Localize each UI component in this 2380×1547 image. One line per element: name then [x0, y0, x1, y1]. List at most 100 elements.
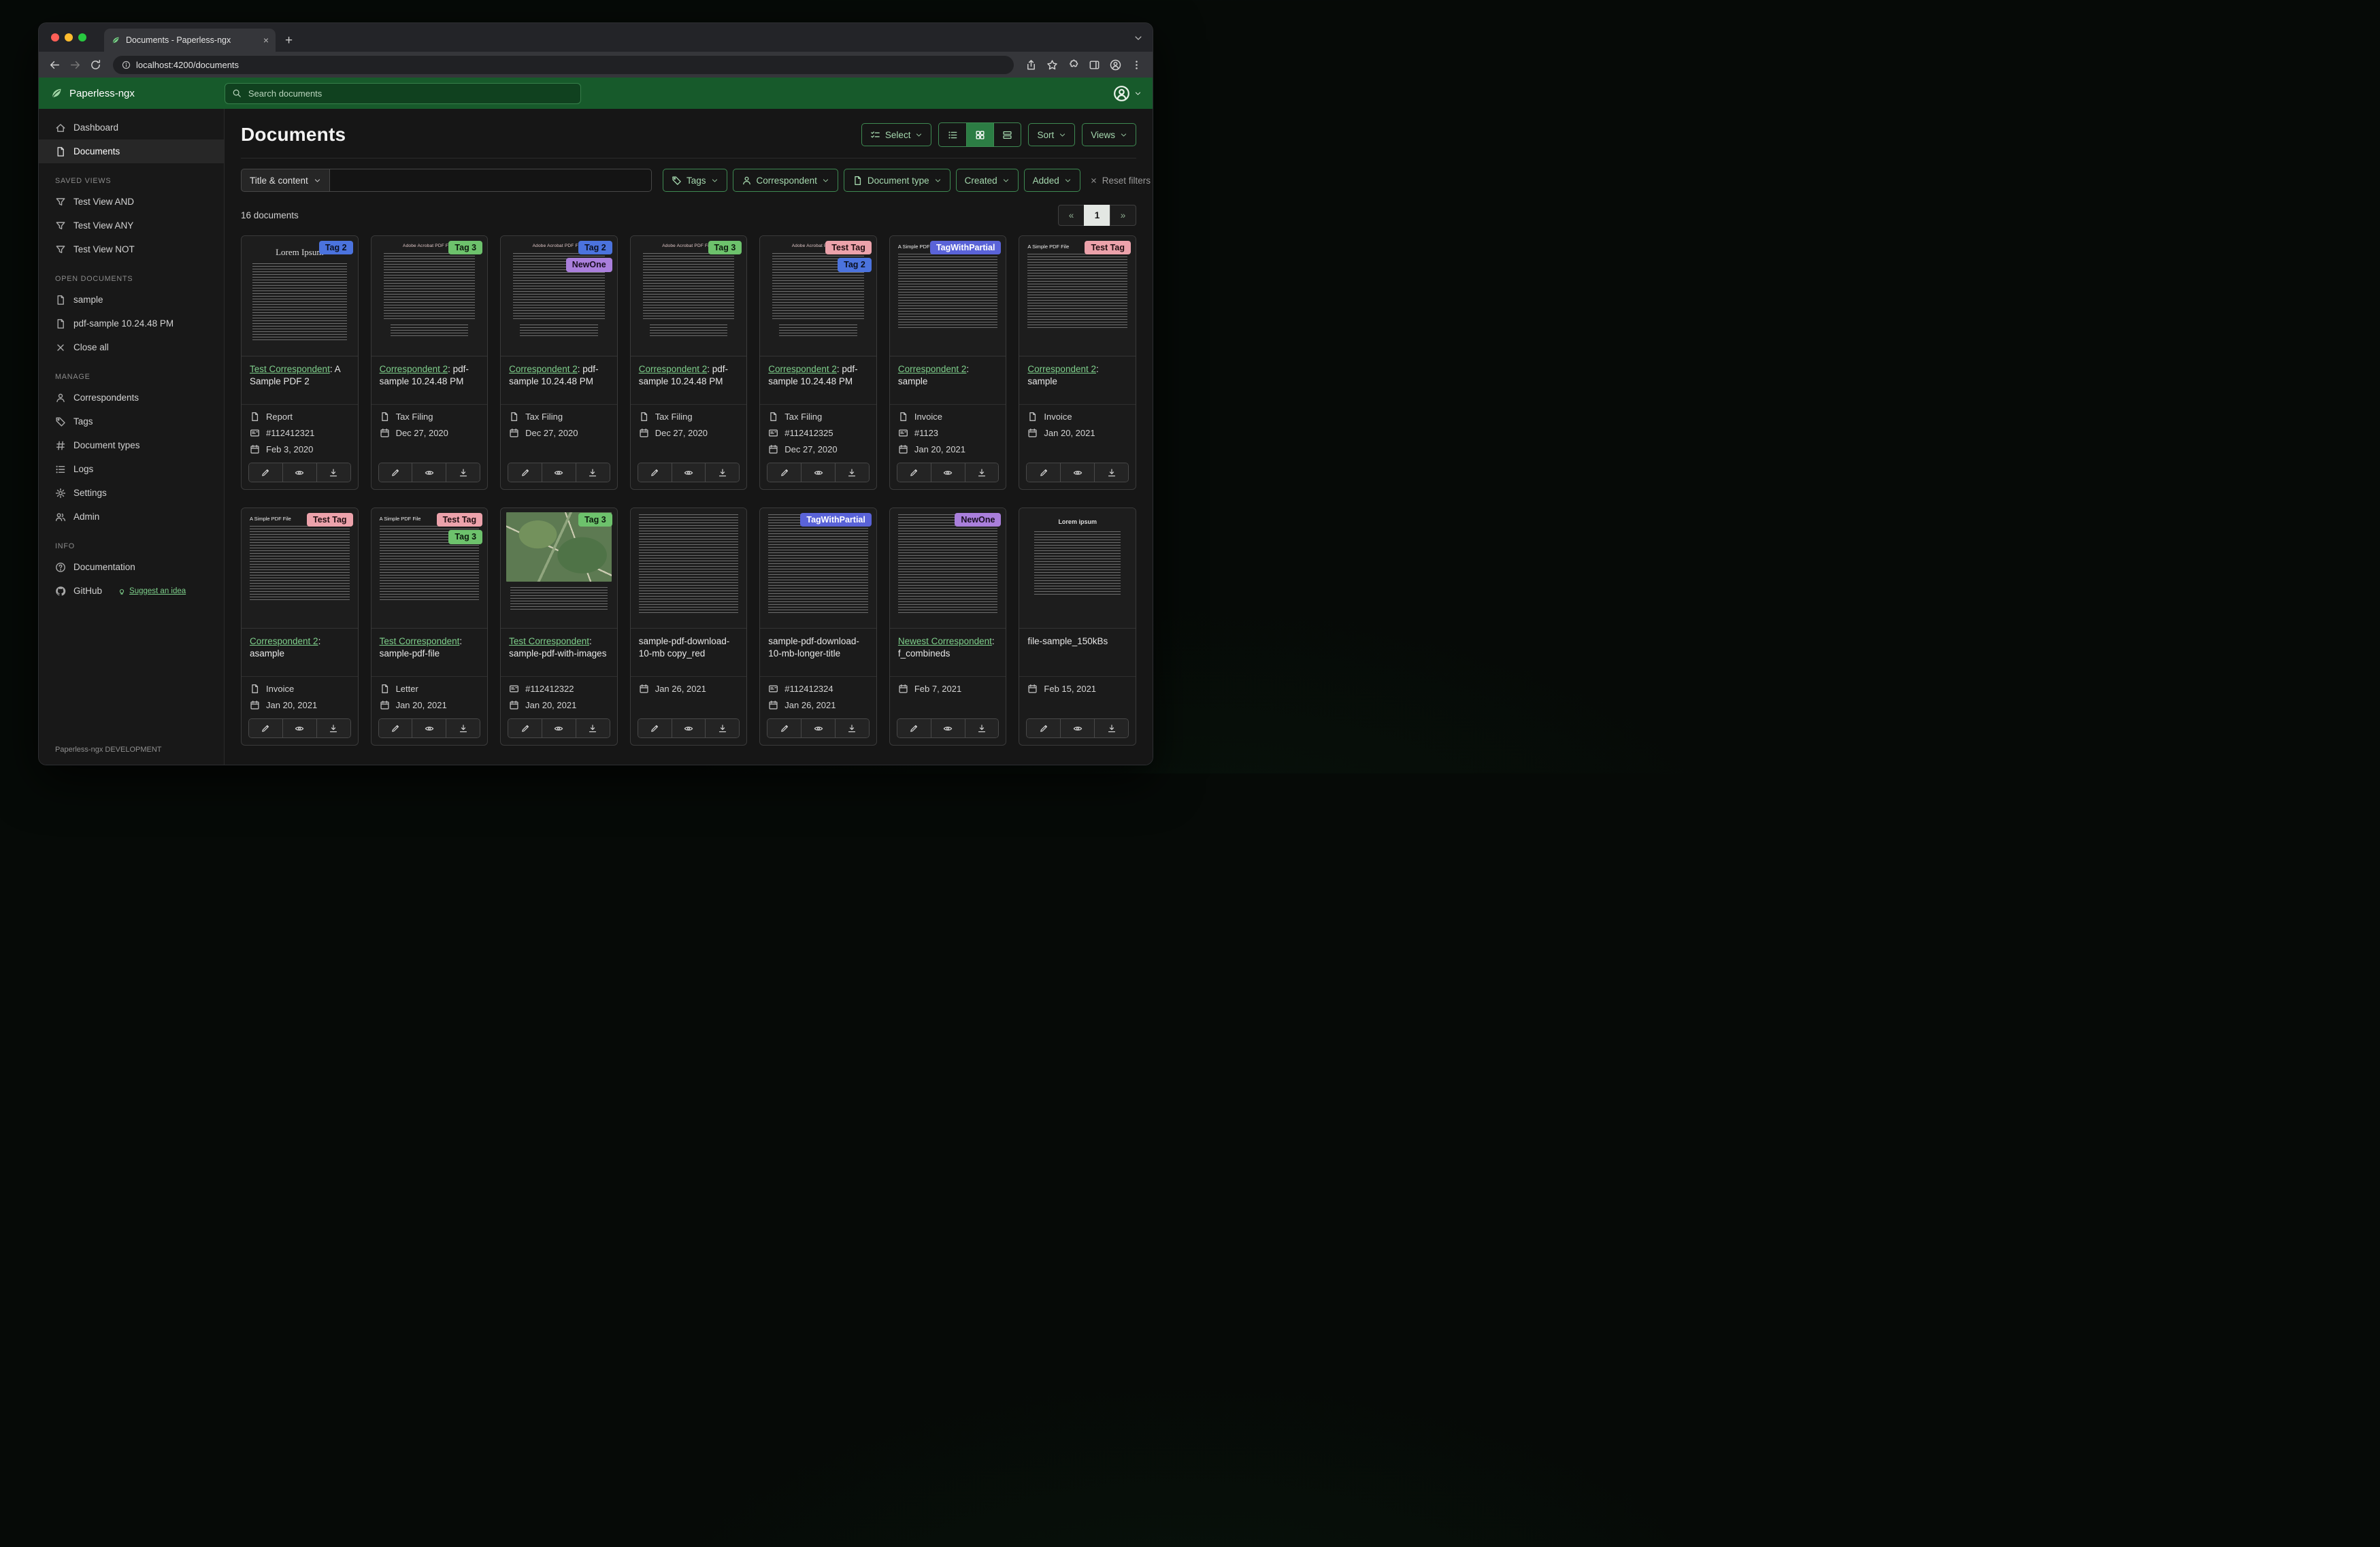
- edit-button[interactable]: [1027, 463, 1061, 482]
- extensions-puzzle-icon[interactable]: [1068, 59, 1079, 71]
- edit-button[interactable]: [767, 719, 801, 737]
- document-card-1[interactable]: Lorem Ipsum Tag 2 Test Correspondent: A …: [241, 235, 359, 490]
- document-thumbnail[interactable]: Adobe Acrobat PDF Files Tag 3: [371, 236, 488, 356]
- reload-icon[interactable]: [90, 59, 101, 71]
- filter-button-document-type[interactable]: Document type: [843, 169, 951, 192]
- tag-badge-test-tag[interactable]: Test Tag: [436, 513, 483, 527]
- reset-filters-button[interactable]: Reset filters: [1090, 176, 1151, 186]
- sidebar-item-pdf-sample-10-24-48-pm[interactable]: pdf-sample 10.24.48 PM: [39, 312, 224, 335]
- sidebar-item-sample[interactable]: sample: [39, 288, 224, 312]
- edit-button[interactable]: [508, 463, 542, 482]
- download-button[interactable]: [835, 463, 869, 482]
- document-thumbnail[interactable]: Lorem ipsum: [1019, 508, 1136, 629]
- document-thumbnail[interactable]: A Simple PDF File Test Tag: [1019, 236, 1136, 356]
- view-button[interactable]: [542, 463, 576, 482]
- correspondent-link[interactable]: Correspondent 2: [1027, 364, 1096, 374]
- select-button[interactable]: Select: [861, 123, 932, 146]
- grid-view-button[interactable]: [966, 123, 994, 146]
- sidebar-item-github[interactable]: GitHub Suggest an idea: [39, 579, 224, 603]
- views-button[interactable]: Views: [1082, 123, 1136, 146]
- document-thumbnail[interactable]: A Simple PDF File TagWithPartial: [889, 236, 1006, 356]
- correspondent-link[interactable]: Correspondent 2: [250, 636, 318, 646]
- document-thumbnail[interactable]: Adobe Acrobat PDF Files Test Tag Tag 2: [760, 236, 876, 356]
- edit-button[interactable]: [378, 463, 412, 482]
- filter-button-created[interactable]: Created: [955, 169, 1019, 192]
- view-button[interactable]: [801, 463, 835, 482]
- suggest-idea-link[interactable]: Suggest an idea: [118, 587, 186, 595]
- user-menu[interactable]: [1113, 85, 1142, 102]
- sidebar-item-tags[interactable]: Tags: [39, 410, 224, 433]
- tag-badge-test-tag[interactable]: Test Tag: [307, 513, 353, 527]
- document-card-2[interactable]: Adobe Acrobat PDF Files Tag 3 Correspond…: [370, 235, 489, 490]
- previous-page-button[interactable]: «: [1058, 205, 1085, 226]
- view-button[interactable]: [930, 463, 965, 482]
- back-icon[interactable]: [49, 59, 61, 71]
- browser-menu-icon[interactable]: [1131, 59, 1142, 71]
- view-button[interactable]: [282, 719, 316, 737]
- download-button[interactable]: [575, 719, 610, 737]
- tag-badge-tag-3[interactable]: Tag 3: [448, 241, 483, 255]
- download-button[interactable]: [1094, 463, 1128, 482]
- new-tab-button[interactable]: +: [285, 34, 293, 47]
- document-card-3[interactable]: Adobe Acrobat PDF Files Tag 2 NewOne Corr…: [500, 235, 618, 490]
- view-button[interactable]: [1060, 463, 1095, 482]
- filter-button-tags[interactable]: Tags: [663, 169, 727, 192]
- page-1-button[interactable]: 1: [1084, 205, 1110, 226]
- download-button[interactable]: [316, 719, 350, 737]
- tag-badge-tagwithpartial[interactable]: TagWithPartial: [929, 241, 1002, 255]
- tag-badge-newone[interactable]: NewOne: [955, 513, 1002, 527]
- download-button[interactable]: [835, 719, 869, 737]
- edit-button[interactable]: [767, 463, 801, 482]
- view-button[interactable]: [930, 719, 965, 737]
- document-thumbnail[interactable]: Tag 3: [501, 508, 617, 629]
- view-button[interactable]: [801, 719, 835, 737]
- edit-button[interactable]: [249, 719, 282, 737]
- sidebar-item-test-view-not[interactable]: Test View NOT: [39, 237, 224, 261]
- window-zoom-button[interactable]: [78, 33, 86, 41]
- edit-button[interactable]: [638, 719, 672, 737]
- next-page-button[interactable]: »: [1110, 205, 1136, 226]
- view-button[interactable]: [282, 463, 316, 482]
- browser-profile-avatar[interactable]: [1110, 59, 1121, 71]
- document-card-9[interactable]: A Simple PDF File Test Tag Tag 3 Test Cor…: [370, 508, 489, 746]
- sort-button[interactable]: Sort: [1028, 123, 1076, 146]
- side-panel-icon[interactable]: [1089, 59, 1100, 71]
- correspondent-link[interactable]: Correspondent 2: [898, 364, 967, 374]
- tag-badge-test-tag[interactable]: Test Tag: [825, 241, 872, 255]
- document-thumbnail[interactable]: NewOne: [889, 508, 1006, 629]
- correspondent-link[interactable]: Test Correspondent: [250, 364, 330, 374]
- document-card-5[interactable]: Adobe Acrobat PDF Files Test Tag Tag 2 Co…: [759, 235, 877, 490]
- sidebar-item-logs[interactable]: Logs: [39, 457, 224, 481]
- tag-badge-tag-2[interactable]: Tag 2: [318, 241, 353, 255]
- forward-icon[interactable]: [69, 59, 81, 71]
- download-button[interactable]: [575, 463, 610, 482]
- detail-view-button[interactable]: [993, 123, 1021, 146]
- filter-field-button[interactable]: Title & content: [241, 169, 330, 192]
- share-icon[interactable]: [1025, 59, 1037, 71]
- download-button[interactable]: [446, 463, 480, 482]
- document-card-10[interactable]: Tag 3 Test Correspondent: sample-pdf-wit…: [500, 508, 618, 746]
- document-card-7[interactable]: A Simple PDF File Test Tag Correspondent…: [1019, 235, 1136, 490]
- window-close-button[interactable]: [51, 33, 59, 41]
- edit-button[interactable]: [1027, 719, 1061, 737]
- bookmark-star-icon[interactable]: [1046, 59, 1058, 71]
- document-card-12[interactable]: TagWithPartial sample-pdf-download-10-mb…: [759, 508, 877, 746]
- tag-badge-tag-2[interactable]: Tag 2: [838, 258, 872, 272]
- sidebar-item-test-view-and[interactable]: Test View AND: [39, 190, 224, 214]
- site-info-icon[interactable]: [122, 61, 131, 69]
- view-button[interactable]: [671, 463, 706, 482]
- edit-button[interactable]: [897, 719, 931, 737]
- sidebar-item-dashboard[interactable]: Dashboard: [39, 116, 224, 139]
- address-bar[interactable]: localhost:4200/documents: [113, 55, 1014, 74]
- document-thumbnail[interactable]: Adobe Acrobat PDF Files Tag 2 NewOne: [501, 236, 617, 356]
- app-brand[interactable]: Paperless-ngx: [50, 86, 135, 100]
- view-button[interactable]: [412, 719, 446, 737]
- document-thumbnail[interactable]: Lorem Ipsum Tag 2: [242, 236, 358, 356]
- filter-text-input[interactable]: [329, 169, 652, 192]
- tag-badge-newone[interactable]: NewOne: [565, 258, 612, 272]
- filter-button-added[interactable]: Added: [1023, 169, 1080, 192]
- view-button[interactable]: [542, 719, 576, 737]
- edit-button[interactable]: [638, 463, 672, 482]
- correspondent-link[interactable]: Test Correspondent: [380, 636, 460, 646]
- view-button[interactable]: [412, 463, 446, 482]
